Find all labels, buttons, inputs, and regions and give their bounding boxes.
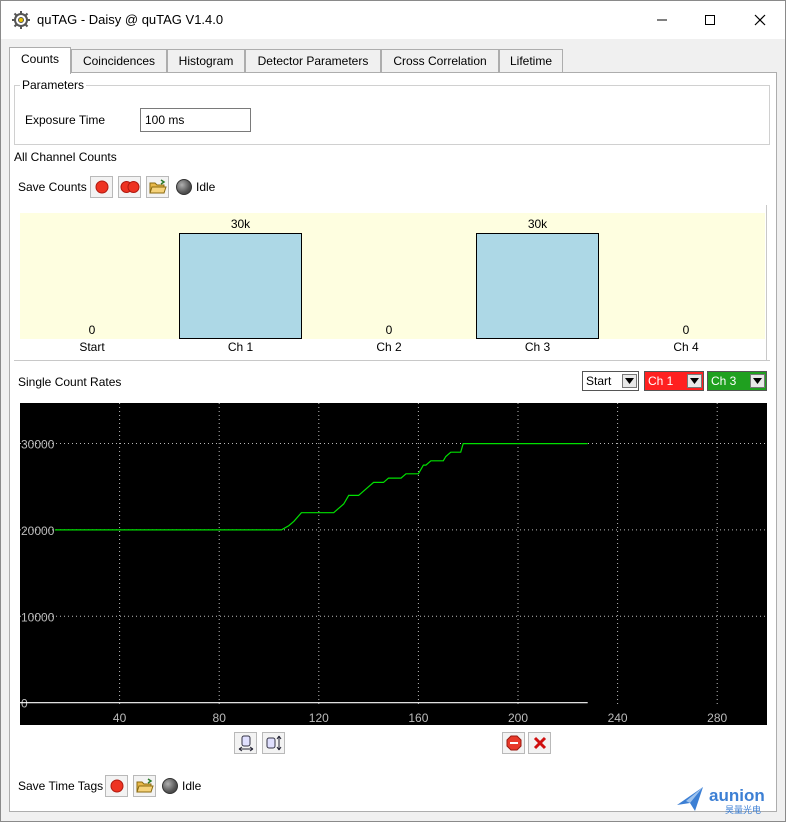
bar-category-label: Ch 3 — [524, 340, 551, 354]
tab-lifetime[interactable]: Lifetime — [499, 49, 563, 73]
watermark-sub: 昊量光电 — [725, 804, 761, 816]
record-icon — [110, 779, 123, 793]
save-time-tags-label: Save Time Tags — [18, 779, 104, 793]
ch1-select-value: Ch 1 — [648, 374, 674, 388]
minimize-button[interactable] — [639, 1, 685, 39]
bar-category-label: Ch 4 — [673, 340, 699, 354]
x-tick-label: 160 — [408, 711, 428, 725]
stop-button[interactable] — [502, 732, 525, 754]
maximize-icon — [705, 15, 715, 25]
bar-value-label: 0 — [385, 323, 393, 337]
ch3-channel-select[interactable]: Ch 3 — [707, 371, 767, 391]
x-tick-label: 280 — [707, 711, 727, 725]
tab-label: Counts — [20, 52, 60, 66]
open-folder-button[interactable] — [146, 176, 169, 198]
minimize-icon — [657, 19, 667, 21]
maximize-button[interactable] — [687, 1, 733, 39]
chevron-down-icon — [687, 374, 702, 388]
folder-open-icon — [148, 179, 167, 194]
record-counts-button[interactable] — [90, 176, 113, 198]
aunion-watermark: aunion 昊量光电 — [673, 781, 783, 817]
all-channel-counts-title: All Channel Counts — [14, 150, 117, 164]
tab-histogram[interactable]: Histogram — [167, 49, 245, 73]
zoom-vertical-icon — [266, 735, 281, 751]
y-tick-label: 0 — [21, 697, 28, 711]
zoom-x-button[interactable] — [234, 732, 257, 754]
tab-label: Detector Parameters — [257, 54, 369, 68]
x-tick-label: 40 — [113, 711, 127, 725]
x-tick-label: 200 — [508, 711, 528, 725]
bar-value-label: 0 — [682, 323, 690, 337]
status-led-icon — [162, 778, 178, 794]
record-double-icon — [120, 181, 139, 193]
clear-x-icon — [533, 736, 546, 750]
exposure-time-label: Exposure Time — [25, 113, 106, 127]
y-tick-label: 20000 — [21, 524, 55, 538]
chevron-down-icon — [622, 374, 637, 388]
zoom-y-button[interactable] — [262, 732, 285, 754]
stop-icon — [506, 735, 521, 751]
section-divider — [14, 360, 770, 361]
count-rates-plot[interactable]: 40 80 120 160 200 240 280 0 10000 20000 30000 — [20, 403, 767, 725]
save-counts-label: Save Counts — [18, 180, 87, 194]
bar-value-label: 0 — [88, 323, 96, 337]
start-channel-select[interactable]: Start — [582, 371, 639, 391]
channel-counts-chart: 0 Start 30k Ch 1 0 Ch 2 30k Ch 3 0 Ch 4 — [20, 213, 765, 354]
tab-detector-parameters[interactable]: Detector Parameters — [245, 49, 381, 73]
watermark-brand: aunion — [709, 786, 765, 805]
clear-button[interactable] — [528, 732, 551, 754]
tab-counts[interactable]: Counts — [9, 47, 71, 74]
bar-ch-1 — [179, 233, 302, 339]
y-tick-label: 30000 — [21, 438, 55, 452]
time-tags-status: Idle — [182, 779, 202, 793]
bar-category-label: Start — [79, 340, 105, 354]
parameters-group — [14, 85, 770, 145]
exposure-time-value: 100 ms — [145, 113, 185, 127]
tab-label: Histogram — [178, 54, 234, 68]
title-bar[interactable]: quTAG - Daisy @ quTAG V1.4.0 — [1, 1, 785, 39]
bar-category-label: Ch 2 — [376, 340, 402, 354]
series-line-ch-3 — [54, 443, 588, 531]
open-time-tags-folder-button[interactable] — [133, 775, 156, 797]
record-icon — [95, 180, 108, 194]
chart-divider — [766, 205, 767, 360]
tab-cross-correlation[interactable]: Cross Correlation — [381, 49, 499, 73]
x-tick-label: 240 — [608, 711, 628, 725]
app-window: quTAG - Daisy @ quTAG V1.4.0 Counts Coin… — [0, 0, 786, 822]
ch1-channel-select[interactable]: Ch 1 — [644, 371, 704, 391]
status-led-icon — [176, 179, 192, 195]
window-title: quTAG - Daisy @ quTAG V1.4.0 — [37, 12, 224, 27]
tab-label: Coincidences — [82, 54, 156, 68]
rate-plot-svg: 40 80 120 160 200 240 280 0 10000 20000 30000 — [20, 403, 767, 725]
exposure-time-input[interactable]: 100 ms — [140, 108, 251, 132]
bar-ch-3 — [476, 233, 599, 339]
bar-category-label: Ch 1 — [227, 340, 254, 354]
single-count-rates-title: Single Count Rates — [18, 375, 122, 389]
aunion-logo: aunion 昊量光电 — [677, 786, 765, 816]
parameters-group-title: Parameters — [20, 78, 87, 92]
chevron-down-icon — [750, 374, 765, 388]
close-button[interactable] — [737, 1, 783, 39]
bar-value-label: 30k — [230, 217, 251, 231]
x-tick-label: 120 — [309, 711, 329, 725]
zoom-horizontal-icon — [238, 735, 253, 752]
record-multiple-button[interactable] — [118, 176, 141, 198]
counts-status: Idle — [196, 180, 216, 194]
counts-panel: Parameters Exposure Time 100 ms All Chan… — [9, 72, 777, 812]
y-tick-label: 10000 — [21, 610, 55, 624]
folder-open-icon — [135, 778, 154, 793]
bar-value-label: 30k — [527, 217, 548, 231]
close-icon — [754, 14, 766, 26]
record-time-tags-button[interactable] — [105, 775, 128, 797]
start-select-value: Start — [586, 374, 612, 388]
ch3-select-value: Ch 3 — [711, 374, 737, 388]
tab-label: Lifetime — [509, 54, 553, 68]
tab-coincidences[interactable]: Coincidences — [71, 49, 167, 73]
x-tick-label: 80 — [213, 711, 227, 725]
gear-icon — [12, 11, 30, 29]
tab-label: Cross Correlation — [393, 54, 487, 68]
